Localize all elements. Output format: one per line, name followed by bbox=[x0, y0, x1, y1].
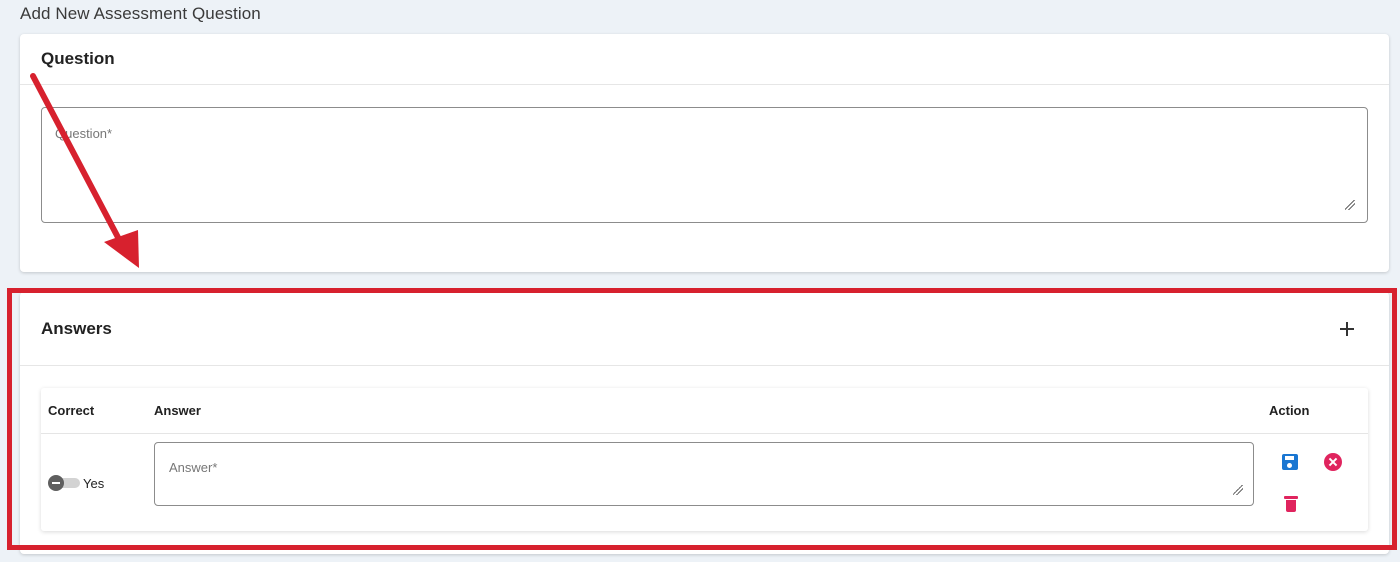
add-answer-button[interactable] bbox=[1335, 317, 1359, 341]
resize-handle-icon[interactable] bbox=[1233, 485, 1243, 495]
answers-table: Correct Answer Action Yes Answer* bbox=[41, 388, 1368, 531]
resize-handle-icon[interactable] bbox=[1345, 200, 1355, 210]
question-textarea[interactable]: Question* bbox=[41, 107, 1368, 223]
column-header-action: Action bbox=[1269, 403, 1310, 418]
question-card-header: Question bbox=[20, 34, 1389, 85]
column-header-answer: Answer bbox=[154, 403, 201, 418]
answers-table-header: Correct Answer Action bbox=[41, 388, 1368, 434]
question-card-title: Question bbox=[41, 49, 115, 68]
answers-card-header: Answers bbox=[20, 292, 1389, 366]
answer-placeholder: Answer* bbox=[169, 460, 218, 475]
delete-icon-lid bbox=[1284, 496, 1298, 499]
save-icon[interactable] bbox=[1282, 454, 1298, 470]
correct-toggle[interactable] bbox=[48, 475, 81, 491]
column-header-correct: Correct bbox=[48, 403, 95, 418]
answers-card-title: Answers bbox=[41, 319, 112, 338]
table-row: Yes Answer* bbox=[41, 434, 1368, 531]
answers-card: Answers Correct Answer Action Yes Answer… bbox=[20, 292, 1389, 554]
page-title: Add New Assessment Question bbox=[20, 4, 261, 23]
delete-icon-bin bbox=[1286, 500, 1296, 512]
question-placeholder: Question* bbox=[55, 126, 113, 141]
correct-toggle-label: Yes bbox=[83, 476, 105, 491]
answer-textarea[interactable]: Answer* bbox=[154, 442, 1254, 506]
toggle-knob-icon bbox=[48, 475, 64, 491]
delete-icon[interactable] bbox=[1284, 496, 1298, 512]
cancel-icon[interactable] bbox=[1324, 453, 1342, 471]
question-card: Question Question* bbox=[20, 34, 1389, 272]
